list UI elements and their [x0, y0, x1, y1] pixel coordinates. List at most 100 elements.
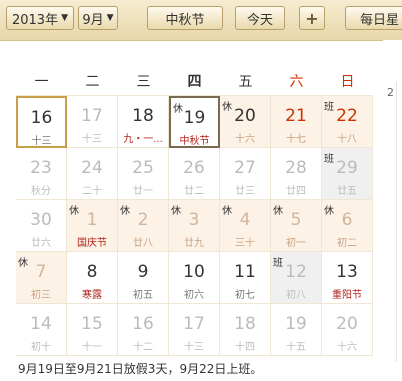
day-number: 13	[336, 262, 358, 282]
lunar-label: 秋分	[31, 186, 51, 197]
day-cell[interactable]: 24 二十	[67, 148, 118, 200]
lunar-label: 廿八	[133, 238, 153, 249]
lunar-label: 九・一...	[123, 134, 163, 145]
daily-tab-label: 每日星	[360, 12, 400, 28]
day-number: 20	[336, 314, 358, 334]
day-cell[interactable]: 14 初十	[16, 304, 67, 356]
day-number: 20	[234, 106, 256, 126]
day-cell[interactable]: 18 十四	[220, 304, 271, 356]
lunar-label: 廿四	[286, 186, 306, 197]
day-cell[interactable]: 15 十一	[67, 304, 118, 356]
day-cell[interactable]: 16 十二	[118, 304, 169, 356]
day-cell[interactable]: 休 6 初二	[322, 200, 373, 252]
lunar-label: 重阳节	[332, 290, 362, 301]
lunar-label: 廿五	[337, 186, 357, 197]
day-cell[interactable]: 23 秋分	[16, 148, 67, 200]
day-cell[interactable]: 17 十三	[169, 304, 220, 356]
month-label: 9月	[82, 12, 104, 28]
calendar-toolbar: 2013年 ▼ 9月 ▼ 中秋节 今天 + 每日星	[0, 0, 402, 41]
day-cell[interactable]: 8 寒露	[67, 252, 118, 304]
today-label: 今天	[246, 12, 273, 28]
day-number: 14	[30, 314, 52, 334]
year-select[interactable]: 2013年 ▼	[6, 6, 74, 30]
day-cell[interactable]: 17 十三	[67, 96, 118, 148]
day-number: 8	[86, 262, 98, 282]
day-number: 7	[35, 262, 47, 282]
day-cell[interactable]: 休 19 中秋节	[169, 96, 220, 148]
chevron-down-icon: ▼	[106, 13, 114, 23]
day-number: 12	[285, 262, 307, 282]
day-number: 6	[341, 210, 353, 230]
weekday-header: 二	[85, 74, 100, 90]
day-cell[interactable]: 班 29 廿五	[322, 148, 373, 200]
day-cell[interactable]: 20 十六	[322, 304, 373, 356]
day-cell[interactable]: 19 十五	[271, 304, 322, 356]
lunar-label: 十四	[235, 342, 255, 353]
day-number: 19	[285, 314, 307, 334]
weekday-header: 四	[187, 74, 202, 90]
add-button[interactable]: +	[299, 6, 325, 30]
daily-tab[interactable]: 每日星	[345, 6, 402, 30]
sidebar-edge: 2	[383, 40, 402, 381]
day-cell[interactable]: 班 12 初八	[271, 252, 322, 304]
lunar-label: 二十	[82, 186, 102, 197]
day-cell[interactable]: 休 20 十六	[220, 96, 271, 148]
lunar-label: 初五	[133, 290, 153, 301]
holiday-note: 9月19日至9月21日放假3天，9月22日上班。	[18, 362, 263, 376]
day-number: 1	[86, 210, 98, 230]
lunar-label: 十六	[337, 342, 357, 353]
day-number: 4	[239, 210, 251, 230]
month-select[interactable]: 9月 ▼	[78, 6, 118, 30]
year-label: 2013年	[11, 12, 59, 28]
day-number: 5	[290, 210, 302, 230]
day-cell[interactable]: 休 7 初三	[16, 252, 67, 304]
lunar-label: 十一	[82, 342, 102, 353]
lunar-label: 十二	[133, 342, 153, 353]
lunar-label: 廿九	[184, 238, 204, 249]
day-cell[interactable]: 休 1 国庆节	[67, 200, 118, 252]
day-cell[interactable]: 10 初六	[169, 252, 220, 304]
weekday-header: 三	[136, 74, 151, 90]
lunar-label: 寒露	[82, 290, 102, 301]
lunar-label: 十七	[286, 134, 306, 145]
lunar-label: 廿二	[184, 186, 204, 197]
day-number: 26	[183, 158, 205, 178]
weekday-header: 五	[238, 74, 253, 90]
day-cell[interactable]: 21 十七	[271, 96, 322, 148]
day-number: 21	[285, 106, 307, 126]
day-cell[interactable]: 休 5 初一	[271, 200, 322, 252]
lunar-label: 廿一	[133, 186, 153, 197]
day-cell[interactable]: 13 重阳节	[322, 252, 373, 304]
lunar-label: 十八	[337, 134, 357, 145]
day-cell[interactable]: 26 廿二	[169, 148, 220, 200]
festival-label: 中秋节	[165, 12, 205, 28]
day-number: 16	[132, 314, 154, 334]
day-number: 17	[183, 314, 205, 334]
today-button[interactable]: 今天	[235, 6, 285, 30]
lunar-label: 廿三	[235, 186, 255, 197]
day-cell[interactable]: 30 廿六	[16, 200, 67, 252]
lunar-label: 国庆节	[77, 238, 107, 249]
lunar-label: 初三	[31, 290, 51, 301]
festival-select[interactable]: 中秋节	[147, 6, 223, 30]
lunar-label: 十三	[31, 136, 52, 147]
day-number: 9	[137, 262, 149, 282]
day-number: 25	[132, 158, 154, 178]
day-cell[interactable]: 休 2 廿八	[118, 200, 169, 252]
day-number: 3	[188, 210, 200, 230]
day-cell[interactable]: 27 廿三	[220, 148, 271, 200]
day-cell[interactable]: 休 4 三十	[220, 200, 271, 252]
day-cell[interactable]: 28 廿四	[271, 148, 322, 200]
lunar-label: 初六	[184, 290, 204, 301]
day-cell[interactable]: 9 初五	[118, 252, 169, 304]
day-cell[interactable]: 18 九・一...	[118, 96, 169, 148]
day-cell[interactable]: 班 22 十八	[322, 96, 373, 148]
day-number: 27	[234, 158, 256, 178]
day-cell[interactable]: 休 3 廿九	[169, 200, 220, 252]
plus-icon: +	[305, 8, 319, 28]
day-cell[interactable]: 11 初七	[220, 252, 271, 304]
day-cell[interactable]: 16 十三	[16, 96, 67, 148]
day-cell[interactable]: 25 廿一	[118, 148, 169, 200]
lunar-label: 初一	[286, 238, 306, 249]
day-number: 24	[81, 158, 103, 178]
